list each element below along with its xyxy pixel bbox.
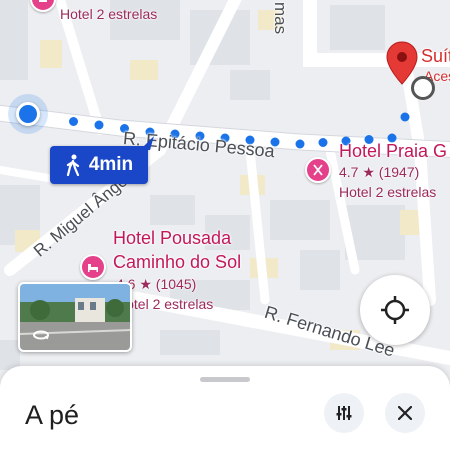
walking-icon [66,154,79,176]
tune-icon [336,406,352,420]
current-location-dot[interactable] [16,102,40,126]
close-button[interactable] [385,393,425,433]
hotel-praia-name[interactable]: Hotel Praia G [339,139,447,163]
recenter-button[interactable] [360,275,430,345]
destination-name[interactable]: Suít [421,44,450,68]
hotel-icon [39,0,47,2]
route-dot [94,120,104,130]
street-view-thumbnail[interactable] [18,282,132,352]
route-dot [69,117,78,126]
sheet-drag-handle[interactable] [200,377,250,382]
hotel-praia-rating: 4.7 ★ (1947) [339,164,420,180]
close-icon [398,406,412,420]
route-dot [318,138,328,147]
bed-icon [88,264,98,272]
route-dot [295,139,305,149]
street-label-vertical: mas [271,2,290,35]
crosshair-icon [381,296,409,324]
chip-pointer [140,136,154,150]
route-duration-chip[interactable]: 4min [50,146,148,184]
route-options-button[interactable] [324,393,364,433]
route-dot [400,112,410,122]
bottom-sheet[interactable]: A pé [0,366,450,456]
hotel-praia-category: Hotel 2 estrelas [339,184,437,200]
hotel-praia-marker[interactable] [305,157,331,183]
hotel-pousada-marker[interactable] [80,254,106,280]
hotel-pousada-name-line2[interactable]: Caminho do Sol [113,250,241,274]
hotel-pousada-name-line1[interactable]: Hotel Pousada [113,226,231,250]
poi-top-category: Hotel 2 estrelas [60,6,158,22]
rotate-360-icon [33,330,50,340]
restaurant-icon [313,164,323,176]
route-end-marker [411,76,435,100]
sheet-title: A pé [25,400,80,430]
route-duration: 4min [88,154,134,175]
